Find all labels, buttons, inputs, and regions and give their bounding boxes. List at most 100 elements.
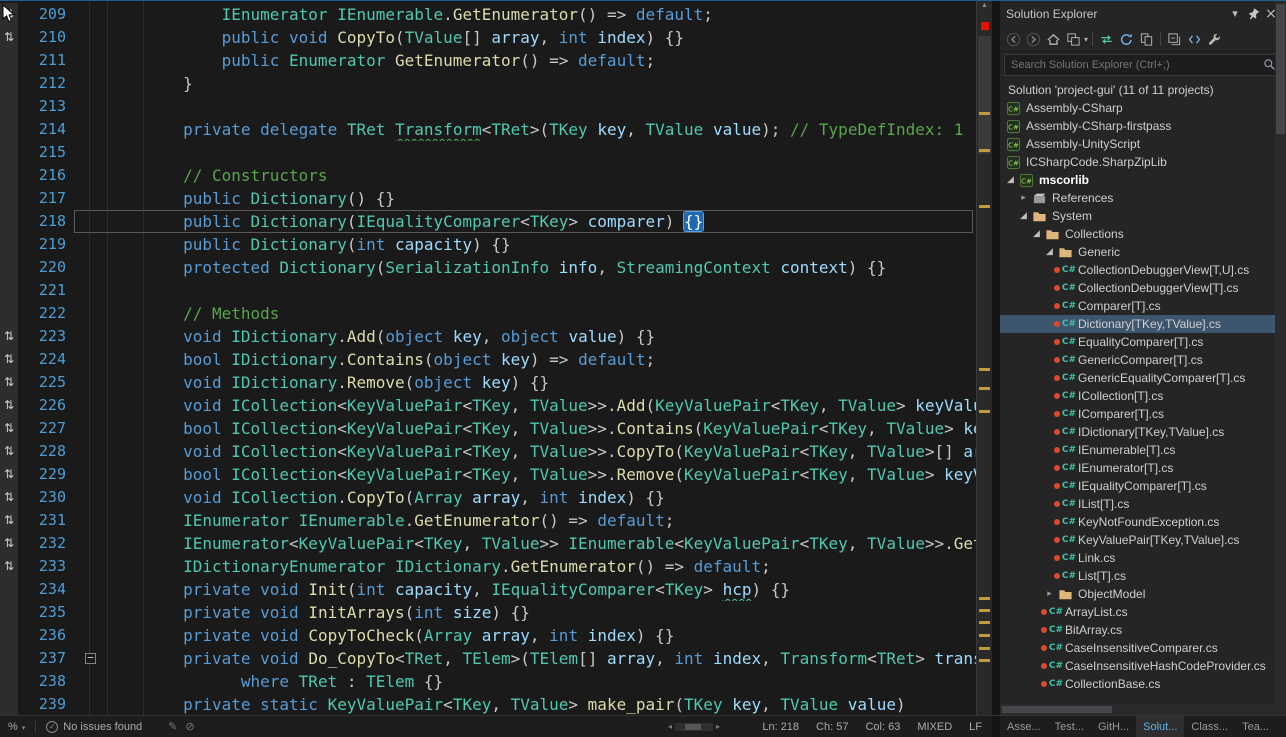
code-line[interactable]: ⇅223void IDictionary.Add(object key, obj…: [0, 325, 992, 348]
code-line[interactable]: ⇅210public void CopyTo(TValue[] array, i…: [0, 26, 992, 49]
code-line[interactable]: 211public Enumerator GetEnumerator() => …: [0, 49, 992, 72]
breakpoint-margin[interactable]: [0, 279, 18, 302]
breakpoint-margin[interactable]: [0, 72, 18, 95]
line-number[interactable]: 238: [18, 670, 72, 693]
breakpoint-margin[interactable]: [0, 693, 18, 715]
breakpoint-margin[interactable]: ⇅: [0, 509, 18, 532]
code-line[interactable]: 234private void Init(int capacity, IEqua…: [0, 578, 992, 601]
code-line[interactable]: 215: [0, 141, 992, 164]
breakpoint-margin[interactable]: [0, 647, 18, 670]
code-line[interactable]: 221: [0, 279, 992, 302]
tree-item[interactable]: C#Dictionary[TKey,TValue].cs: [1000, 315, 1286, 333]
collapse-all-icon[interactable]: [1165, 30, 1184, 49]
implements-icon[interactable]: ⇅: [4, 421, 14, 435]
tool-window-tab[interactable]: Test...: [1048, 716, 1091, 737]
line-number[interactable]: 230: [18, 486, 72, 509]
tree-item[interactable]: C#ICollection[T].cs: [1000, 387, 1286, 405]
code-line[interactable]: ⇅226void ICollection<KeyValuePair<TKey, …: [0, 394, 992, 417]
breakpoint-margin[interactable]: ⇅: [0, 555, 18, 578]
properties-icon[interactable]: [1205, 30, 1224, 49]
code-line[interactable]: 219public Dictionary(int capacity) {}: [0, 233, 992, 256]
breakpoint-margin[interactable]: ⇅: [0, 394, 18, 417]
line-number[interactable]: 209: [18, 3, 72, 26]
implements-icon[interactable]: ⇅: [4, 375, 14, 389]
breakpoint-margin[interactable]: [0, 302, 18, 325]
tree-item[interactable]: C#GenericComparer[T].cs: [1000, 351, 1286, 369]
line-number[interactable]: 226: [18, 394, 72, 417]
breakpoint-margin[interactable]: ⇅: [0, 325, 18, 348]
line-number[interactable]: 223: [18, 325, 72, 348]
line-number[interactable]: 222: [18, 302, 72, 325]
code-line[interactable]: ⇅230void ICollection.CopyTo(Array array,…: [0, 486, 992, 509]
code-line[interactable]: ⇅224bool IDictionary.Contains(object key…: [0, 348, 992, 371]
line-number[interactable]: 218: [18, 210, 72, 233]
breakpoint-margin[interactable]: [0, 210, 18, 233]
pin-icon[interactable]: [1244, 5, 1262, 23]
implements-icon[interactable]: ⇅: [4, 467, 14, 481]
line-number[interactable]: 210: [18, 26, 72, 49]
tree-item[interactable]: ◢Generic: [1000, 243, 1286, 261]
line-number[interactable]: 217: [18, 187, 72, 210]
code-line[interactable]: ⇅227bool ICollection<KeyValuePair<TKey, …: [0, 417, 992, 440]
tree-item[interactable]: C#IEqualityComparer[T].cs: [1000, 477, 1286, 495]
line-number[interactable]: 233: [18, 555, 72, 578]
chevron-down-icon[interactable]: [1226, 5, 1244, 23]
expander-icon[interactable]: ◢: [1004, 175, 1017, 185]
line-number[interactable]: 235: [18, 601, 72, 624]
scrollbar-thumb[interactable]: [1276, 4, 1285, 134]
code-line[interactable]: 237−private void Do_CopyTo<TRet, TElem>(…: [0, 647, 992, 670]
breakpoint-margin[interactable]: [0, 187, 18, 210]
tree-item[interactable]: ▸References: [1000, 189, 1286, 207]
tree-item[interactable]: C#IEnumerable[T].cs: [1000, 441, 1286, 459]
line-number[interactable]: 225: [18, 371, 72, 394]
code-line[interactable]: 216// Constructors: [0, 164, 992, 187]
tree-item[interactable]: C#Link.cs: [1000, 549, 1286, 567]
tree-item[interactable]: Solution 'project-gui' (11 of 11 project…: [1000, 81, 1286, 99]
code-line[interactable]: 212}: [0, 72, 992, 95]
line-number[interactable]: 228: [18, 440, 72, 463]
breakpoint-margin[interactable]: [0, 624, 18, 647]
tree-item[interactable]: C#CollectionDebuggerView[T].cs: [1000, 279, 1286, 297]
expander-icon[interactable]: ◢: [1043, 247, 1056, 257]
code-line[interactable]: 217public Dictionary() {}: [0, 187, 992, 210]
line-number[interactable]: 234: [18, 578, 72, 601]
search-input[interactable]: [1004, 54, 1282, 76]
scroll-up-icon[interactable]: [977, 2, 992, 9]
implements-icon[interactable]: ⇅: [4, 398, 14, 412]
breakpoint-margin[interactable]: [0, 233, 18, 256]
breakpoint-margin[interactable]: ⇅: [0, 371, 18, 394]
breakpoint-margin[interactable]: ⇅: [0, 417, 18, 440]
tree-item[interactable]: C#KeyValuePair[TKey,TValue].cs: [1000, 531, 1286, 549]
breakpoint-margin[interactable]: [0, 601, 18, 624]
expander-icon[interactable]: ◢: [1017, 211, 1030, 221]
code-line[interactable]: 236private void CopyToCheck(Array array,…: [0, 624, 992, 647]
tree-item[interactable]: C#IComparer[T].cs: [1000, 405, 1286, 423]
line-number[interactable]: 219: [18, 233, 72, 256]
line-number[interactable]: 214: [18, 118, 72, 141]
tree-item[interactable]: C#Comparer[T].cs: [1000, 297, 1286, 315]
home-icon[interactable]: [1044, 30, 1063, 49]
implements-icon[interactable]: ⇅: [4, 490, 14, 504]
line-number[interactable]: 211: [18, 49, 72, 72]
tree[interactable]: Solution 'project-gui' (11 of 11 project…: [1000, 78, 1286, 704]
scroll-left-icon[interactable]: [668, 722, 672, 731]
line-number[interactable]: 231: [18, 509, 72, 532]
code-line[interactable]: 238where TRet : TElem {}: [0, 670, 992, 693]
zoom-control[interactable]: %: [8, 721, 25, 733]
tool-window-tab[interactable]: Solut...: [1136, 716, 1184, 737]
expander-icon[interactable]: ◢: [1030, 229, 1043, 239]
breakpoint-margin[interactable]: [0, 49, 18, 72]
breakpoint-margin[interactable]: [0, 164, 18, 187]
tree-item[interactable]: C#List[T].cs: [1000, 567, 1286, 585]
tool-window-tab[interactable]: Class...: [1184, 716, 1235, 737]
breakpoint-margin[interactable]: ⇅: [0, 440, 18, 463]
tree-item[interactable]: C#Assembly-CSharp-firstpass: [1000, 117, 1286, 135]
tree-item[interactable]: C#IDictionary[TKey,TValue].cs: [1000, 423, 1286, 441]
code-line[interactable]: ⇅233IDictionaryEnumerator IDictionary.Ge…: [0, 555, 992, 578]
code-line[interactable]: 239private static KeyValuePair<TKey, TVa…: [0, 693, 992, 715]
scrollbar-thumb[interactable]: [978, 36, 991, 154]
tree-item[interactable]: C#Assembly-CSharp: [1000, 99, 1286, 117]
implements-icon[interactable]: ⇅: [4, 559, 14, 573]
tree-item[interactable]: C#IList[T].cs: [1000, 495, 1286, 513]
breakpoint-margin[interactable]: [0, 256, 18, 279]
